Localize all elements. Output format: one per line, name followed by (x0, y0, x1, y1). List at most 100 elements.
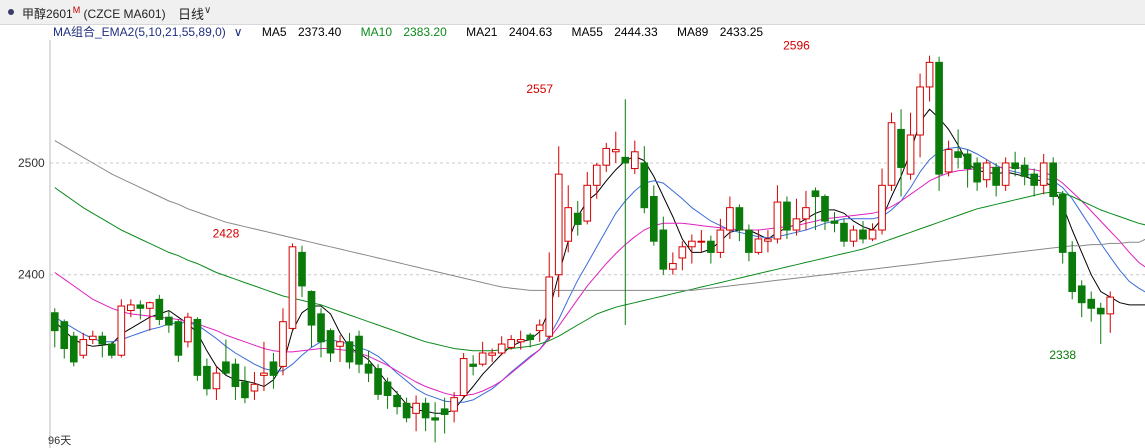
candle-body (507, 339, 516, 348)
candle-body (745, 229, 753, 253)
candle-body (944, 149, 953, 173)
candle-51 (535, 319, 544, 342)
candle-body (374, 368, 382, 395)
candle-80 (811, 187, 820, 231)
candle-92 (925, 55, 934, 102)
candle-body (298, 251, 306, 287)
candle-body (421, 402, 430, 419)
candle-17 (212, 366, 221, 400)
candle-body (649, 195, 658, 242)
candle-body (659, 229, 668, 270)
candle-body (821, 195, 829, 222)
candle-72 (735, 204, 744, 242)
candle-57 (592, 162, 601, 199)
candle-52 (545, 252, 554, 340)
candle-38 (412, 395, 420, 432)
candle-104 (1039, 154, 1048, 195)
candle-body (554, 173, 563, 276)
candle-71 (726, 196, 734, 239)
candle-77 (783, 196, 791, 239)
candle-58 (602, 142, 611, 172)
candle-body (431, 417, 439, 421)
candle-body (317, 313, 325, 343)
candle-body (592, 164, 601, 186)
candle-41 (440, 397, 449, 434)
candle-body (583, 184, 592, 222)
candle-body (1087, 298, 1096, 309)
candle-body (117, 305, 126, 356)
candle-1 (60, 319, 69, 359)
candle-96 (963, 149, 972, 188)
candle-98 (982, 159, 991, 188)
candle-54 (564, 185, 573, 253)
candle-body (1068, 251, 1077, 293)
candle-body (611, 149, 620, 153)
candle-body (488, 352, 496, 356)
candle-68 (697, 230, 706, 253)
candle-body (811, 190, 820, 197)
candle-90 (906, 112, 915, 180)
candle-45 (478, 341, 487, 367)
candle-21 (250, 371, 259, 400)
ma-line-ma55 (54, 187, 1145, 352)
candle-body (783, 201, 791, 231)
candle-56 (583, 171, 592, 225)
candle-body (193, 318, 202, 376)
candlestick-chart[interactable]: 24002500 24282250255725962338 (0, 0, 1145, 448)
moving-average-lines (54, 108, 1145, 414)
candle-body (602, 147, 611, 166)
candle-82 (830, 212, 839, 233)
candle-11 (155, 294, 164, 326)
candle-body (1077, 285, 1086, 304)
candle-body (849, 229, 858, 242)
candle-62 (640, 146, 649, 214)
candle-86 (868, 223, 877, 242)
candle-47 (497, 336, 506, 356)
candle-body (497, 343, 506, 354)
candle-body (364, 363, 373, 374)
candle-body (887, 122, 896, 186)
candle-body (326, 330, 335, 354)
candle-body (792, 218, 801, 231)
candle-body (1011, 162, 1019, 170)
candle-29 (326, 328, 335, 362)
candle-body (754, 238, 763, 253)
candle-39 (421, 397, 430, 432)
candle-body (98, 335, 107, 345)
candle-body (440, 408, 449, 415)
candle-66 (678, 241, 687, 271)
candle-body (222, 361, 230, 374)
candle-body (60, 321, 69, 350)
candle-body (269, 361, 278, 376)
candle-13 (174, 319, 183, 362)
candle-body (906, 134, 915, 175)
candle-88 (887, 112, 896, 191)
candle-106 (1058, 190, 1067, 264)
candle-63 (649, 185, 658, 246)
candle-body (954, 151, 962, 158)
candle-16 (203, 358, 211, 396)
candle-25 (288, 243, 297, 331)
candle-6 (107, 341, 116, 359)
price-annotations: 24282250255725962338 (213, 39, 1077, 448)
candle-body (773, 201, 782, 240)
candle-body (897, 128, 905, 168)
candle-body (459, 358, 468, 396)
candle-69 (707, 235, 715, 264)
candle-20 (241, 366, 249, 404)
candle-body (336, 341, 344, 347)
candle-body (573, 212, 582, 225)
candle-108 (1077, 280, 1086, 318)
candle-body (469, 363, 477, 367)
candle-87 (878, 168, 886, 235)
candle-body (165, 316, 173, 326)
candle-body (669, 263, 677, 270)
candle-9 (136, 300, 145, 320)
candle-body (174, 321, 183, 356)
candle-body (88, 335, 97, 341)
candle-99 (992, 162, 1000, 197)
candle-body (963, 153, 972, 170)
candle-body (1106, 296, 1115, 315)
candle-12 (165, 310, 173, 333)
annotation-2596: 2596 (783, 39, 810, 53)
